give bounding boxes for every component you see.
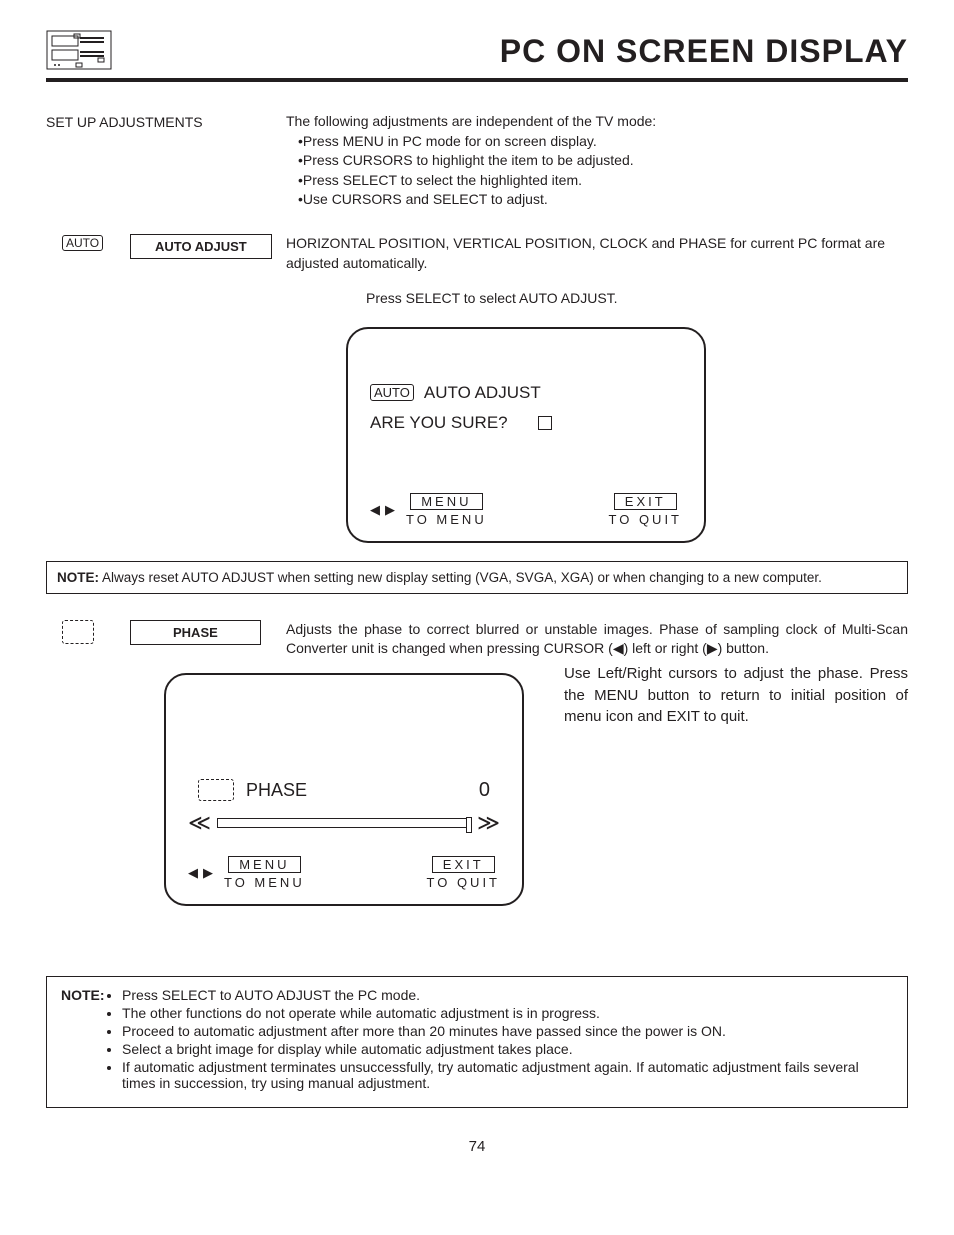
page-number: 74 (46, 1138, 908, 1155)
phase-osd-panel: PHASE 0 ≪ ≫ ◀ ▶ MENU TO MENU (164, 673, 524, 906)
auto-osd-chip-icon: AUTO (370, 384, 414, 401)
note2-i4: Select a bright image for display while … (122, 1041, 893, 1057)
auto-desc: HORIZONTAL POSITION, VERTICAL POSITION, … (286, 234, 908, 273)
setup-row: SET UP ADJUSTMENTS The following adjustm… (46, 112, 908, 210)
phase-row: PHASE Adjusts the phase to correct blurr… (46, 620, 908, 659)
page-title: PC ON SCREEN DISPLAY (132, 33, 908, 70)
slider-bar (217, 818, 471, 828)
auto-chip-icon: AUTO (62, 235, 103, 251)
note2-list: Press SELECT to AUTO ADJUST the PC mode.… (108, 987, 893, 1093)
note2-i1: Press SELECT to AUTO ADJUST the PC mode. (122, 987, 893, 1003)
left-arrow-icon: ◀ (370, 502, 383, 518)
auto-adjust-label: AUTO ADJUST (130, 234, 272, 259)
setup-b2: •Press CURSORS to highlight the item to … (286, 151, 656, 171)
phase-label: PHASE (130, 620, 261, 645)
exit-label: EXIT (614, 493, 677, 510)
to-menu-label: TO MENU (406, 512, 487, 527)
menu-label: MENU (410, 493, 482, 510)
right-arrow-icon-2: ▶ (203, 865, 216, 881)
auto-row: AUTO AUTO ADJUST HORIZONTAL POSITION, VE… (46, 234, 908, 273)
manual-logo-icon (46, 30, 112, 70)
auto-osd-title: AUTO ADJUST (424, 383, 541, 403)
auto-press: Press SELECT to select AUTO ADJUST. (366, 289, 908, 309)
title-rule (46, 78, 908, 82)
confirm-checkbox-icon (538, 416, 552, 430)
auto-osd-confirm: ARE YOU SURE? (370, 413, 508, 433)
exit-label-2: EXIT (432, 856, 495, 873)
setup-b4: •Use CURSORS and SELECT to adjust. (286, 190, 656, 210)
note1-text: Always reset AUTO ADJUST when setting ne… (99, 570, 822, 585)
to-quit-label-2: TO QUIT (427, 875, 500, 890)
to-quit-label: TO QUIT (609, 512, 682, 527)
note1-tag: NOTE: (57, 570, 99, 585)
right-arrow-icon: ▶ (385, 502, 398, 518)
setup-b3: •Press SELECT to select the highlighted … (286, 171, 656, 191)
to-menu-label-2: TO MENU (224, 875, 305, 890)
note2-i2: The other functions do not operate while… (122, 1005, 893, 1021)
auto-osd-panel: AUTO AUTO ADJUST ARE YOU SURE? ◀ ▶ MENU … (346, 327, 706, 543)
note2-i5: If automatic adjustment terminates unsuc… (122, 1059, 893, 1091)
setup-text: The following adjustments are independen… (286, 112, 656, 210)
phase-osd-icon (198, 779, 234, 801)
phase-value: 0 (479, 779, 490, 802)
slider-right-icon: ≫ (477, 810, 500, 836)
note-box-1: NOTE: Always reset AUTO ADJUST when sett… (46, 561, 908, 594)
phase-desc: Adjusts the phase to correct blurred or … (286, 620, 908, 659)
phase-slider: ≪ ≫ (188, 810, 500, 836)
phase-icon (62, 620, 94, 644)
phase-rhs-text: Use Left/Right cursors to adjust the pha… (564, 659, 908, 728)
phase-osd-label: PHASE (246, 780, 307, 801)
note2-i3: Proceed to automatic adjustment after mo… (122, 1023, 893, 1039)
note2-tag: NOTE: (61, 987, 108, 1093)
setup-b1: •Press MENU in PC mode for on screen dis… (286, 132, 656, 152)
left-arrow-icon-2: ◀ (188, 865, 201, 881)
note-box-2: NOTE: Press SELECT to AUTO ADJUST the PC… (46, 976, 908, 1108)
setup-heading: SET UP ADJUSTMENTS (46, 112, 286, 130)
slider-left-icon: ≪ (188, 810, 211, 836)
setup-intro: The following adjustments are independen… (286, 112, 656, 132)
menu-label-2: MENU (228, 856, 300, 873)
